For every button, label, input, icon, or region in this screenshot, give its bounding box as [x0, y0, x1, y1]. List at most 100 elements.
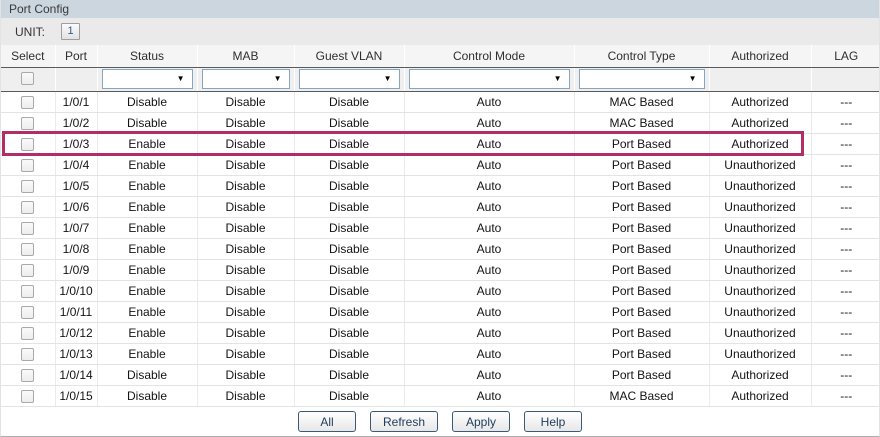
- mab-cell: Disable: [197, 133, 294, 154]
- guest-vlan-cell: Disable: [294, 91, 404, 112]
- authorized-cell: Unauthorized: [709, 259, 811, 280]
- select-all-checkbox[interactable]: [21, 72, 34, 85]
- apply-button[interactable]: Apply: [452, 411, 510, 432]
- row-checkbox[interactable]: [21, 306, 34, 319]
- port-cell: 1/0/6: [55, 196, 97, 217]
- row-select-cell: [1, 301, 55, 322]
- port-cell: 1/0/10: [55, 280, 97, 301]
- status-filter-select[interactable]: [102, 69, 193, 89]
- header-row: Select Port Status MAB Guest VLAN Contro…: [1, 45, 880, 67]
- row-checkbox[interactable]: [21, 117, 34, 130]
- port-cell: 1/0/2: [55, 112, 97, 133]
- row-checkbox[interactable]: [21, 138, 34, 151]
- lag-cell: ---: [811, 238, 880, 259]
- help-button[interactable]: Help: [524, 411, 582, 432]
- all-button[interactable]: All: [298, 411, 356, 432]
- row-select-cell: [1, 343, 55, 364]
- lag-cell: ---: [811, 133, 880, 154]
- unit-row: UNIT: 1: [1, 18, 879, 45]
- table-row: 1/0/9 Enable Disable Disable Auto Port B…: [1, 259, 880, 280]
- mab-filter-select[interactable]: [202, 69, 290, 89]
- control-type-cell: Port Based: [574, 217, 709, 238]
- authorized-cell: Authorized: [709, 91, 811, 112]
- mab-cell: Disable: [197, 112, 294, 133]
- table-row: 1/0/6 Enable Disable Disable Auto Port B…: [1, 196, 880, 217]
- lag-cell: ---: [811, 385, 880, 406]
- status-cell: Enable: [97, 259, 197, 280]
- status-cell: Disable: [97, 112, 197, 133]
- row-checkbox[interactable]: [21, 285, 34, 298]
- column-header-control-type: Control Type: [574, 45, 709, 67]
- control-type-cell: Port Based: [574, 175, 709, 196]
- control-type-cell: Port Based: [574, 259, 709, 280]
- status-cell: Enable: [97, 343, 197, 364]
- control-mode-filter-select[interactable]: [409, 69, 570, 89]
- lag-cell: ---: [811, 343, 880, 364]
- port-cell: 1/0/8: [55, 238, 97, 259]
- row-select-cell: [1, 238, 55, 259]
- control-mode-cell: Auto: [404, 196, 574, 217]
- port-config-panel: Port Config UNIT: 1 Select Port Status M…: [0, 0, 880, 437]
- port-cell: 1/0/11: [55, 301, 97, 322]
- status-cell: Enable: [97, 133, 197, 154]
- guest-vlan-cell: Disable: [294, 343, 404, 364]
- control-type-cell: Port Based: [574, 238, 709, 259]
- filter-lag-empty-cell: [811, 67, 880, 91]
- filter-row: ▼ ▼ ▼: [1, 67, 880, 91]
- status-cell: Enable: [97, 217, 197, 238]
- mab-cell: Disable: [197, 343, 294, 364]
- control-mode-cell: Auto: [404, 154, 574, 175]
- control-mode-cell: Auto: [404, 322, 574, 343]
- table-row: 1/0/7 Enable Disable Disable Auto Port B…: [1, 217, 880, 238]
- status-cell: Enable: [97, 154, 197, 175]
- row-select-cell: [1, 175, 55, 196]
- authorized-cell: Unauthorized: [709, 175, 811, 196]
- row-checkbox[interactable]: [21, 96, 34, 109]
- lag-cell: ---: [811, 154, 880, 175]
- guest-vlan-cell: Disable: [294, 280, 404, 301]
- control-mode-cell: Auto: [404, 91, 574, 112]
- control-type-cell: Port Based: [574, 196, 709, 217]
- row-checkbox[interactable]: [21, 348, 34, 361]
- port-cell: 1/0/15: [55, 385, 97, 406]
- control-mode-cell: Auto: [404, 301, 574, 322]
- control-mode-cell: Auto: [404, 175, 574, 196]
- unit-1-button[interactable]: 1: [61, 23, 80, 40]
- row-checkbox[interactable]: [21, 243, 34, 256]
- lag-cell: ---: [811, 217, 880, 238]
- mab-cell: Disable: [197, 154, 294, 175]
- guest-vlan-cell: Disable: [294, 196, 404, 217]
- lag-cell: ---: [811, 322, 880, 343]
- guest-vlan-cell: Disable: [294, 322, 404, 343]
- row-checkbox[interactable]: [21, 327, 34, 340]
- control-mode-cell: Auto: [404, 133, 574, 154]
- guest-vlan-cell: Disable: [294, 133, 404, 154]
- row-checkbox[interactable]: [21, 159, 34, 172]
- row-checkbox[interactable]: [21, 369, 34, 382]
- port-config-table: Select Port Status MAB Guest VLAN Contro…: [1, 45, 880, 407]
- control-mode-cell: Auto: [404, 385, 574, 406]
- row-select-cell: [1, 91, 55, 112]
- control-type-filter-select[interactable]: [579, 69, 705, 89]
- status-cell: Disable: [97, 385, 197, 406]
- table-row: 1/0/5 Enable Disable Disable Auto Port B…: [1, 175, 880, 196]
- filter-port-empty-cell: [55, 67, 97, 91]
- table-row: 1/0/12 Enable Disable Disable Auto Port …: [1, 322, 880, 343]
- lag-cell: ---: [811, 280, 880, 301]
- control-mode-cell: Auto: [404, 280, 574, 301]
- row-checkbox[interactable]: [21, 180, 34, 193]
- control-type-cell: MAC Based: [574, 385, 709, 406]
- row-checkbox[interactable]: [21, 264, 34, 277]
- unit-label: UNIT:: [15, 25, 45, 39]
- table-row: 1/0/15 Disable Disable Disable Auto MAC …: [1, 385, 880, 406]
- row-checkbox[interactable]: [21, 201, 34, 214]
- guest-vlan-filter-select[interactable]: [299, 69, 400, 89]
- port-cell: 1/0/13: [55, 343, 97, 364]
- control-mode-cell: Auto: [404, 364, 574, 385]
- port-cell: 1/0/14: [55, 364, 97, 385]
- row-checkbox[interactable]: [21, 222, 34, 235]
- refresh-button[interactable]: Refresh: [370, 411, 438, 432]
- port-cell: 1/0/4: [55, 154, 97, 175]
- row-checkbox[interactable]: [21, 390, 34, 403]
- table-row: 1/0/8 Enable Disable Disable Auto Port B…: [1, 238, 880, 259]
